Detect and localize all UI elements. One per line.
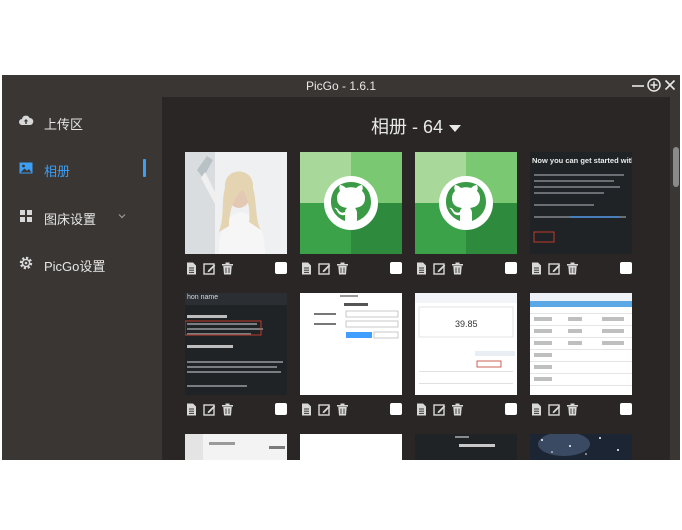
edit-icon[interactable]: [203, 403, 216, 416]
thumb-text: hon name: [187, 294, 219, 301]
copy-link-icon[interactable]: [530, 262, 543, 275]
sidebar-item-upload[interactable]: 上传区: [2, 106, 162, 136]
thumb-text: Now you can get started with the: [532, 156, 632, 165]
copy-link-icon[interactable]: [300, 262, 313, 275]
select-checkbox[interactable]: [275, 262, 287, 274]
title-bar: PicGo - 1.6.1: [2, 75, 680, 97]
delete-icon[interactable]: [451, 262, 464, 275]
close-icon[interactable]: [662, 77, 678, 93]
sidebar-item-picgo-settings[interactable]: PicGo设置: [2, 248, 162, 278]
gallery-thumbnail[interactable]: [415, 152, 517, 254]
gallery-thumbnail[interactable]: [300, 293, 402, 395]
gallery-thumbnail[interactable]: [300, 152, 402, 254]
edit-icon[interactable]: [548, 403, 561, 416]
card-toolbar: [185, 262, 287, 276]
card-toolbar: [530, 262, 632, 276]
gallery-thumbnail[interactable]: [530, 434, 632, 460]
chevron-down-icon: [117, 209, 127, 219]
gallery-title-dropdown[interactable]: 相册 - 64: [162, 113, 670, 139]
window-title: PicGo - 1.6.1: [305, 79, 377, 93]
card-toolbar: [530, 403, 632, 417]
select-checkbox[interactable]: [390, 403, 402, 415]
sidebar-item-label: 图床设置: [44, 212, 97, 227]
select-checkbox[interactable]: [620, 262, 632, 274]
edit-icon[interactable]: [318, 403, 331, 416]
edit-icon[interactable]: [433, 262, 446, 275]
copy-link-icon[interactable]: [185, 262, 198, 275]
copy-link-icon[interactable]: [185, 403, 198, 416]
gallery-thumbnail[interactable]: [300, 434, 402, 460]
gallery-thumbnail[interactable]: [185, 434, 287, 460]
sidebar-item-gallery[interactable]: 相册: [2, 153, 162, 183]
gallery-panel: 相册 - 64 Now you can get started wit hon …: [162, 97, 670, 460]
maximize-icon[interactable]: [646, 77, 662, 93]
select-checkbox[interactable]: [505, 403, 517, 415]
sidebar-item-label: 相册: [44, 164, 71, 179]
sidebar-item-label: PicGo设置: [44, 259, 106, 274]
copy-link-icon[interactable]: [530, 403, 543, 416]
gallery-thumbnail[interactable]: hon name: [185, 293, 287, 395]
delete-icon[interactable]: [336, 262, 349, 275]
select-checkbox[interactable]: [505, 262, 517, 274]
sidebar-item-label: 上传区: [44, 117, 84, 132]
upload-cloud-icon: [18, 113, 34, 129]
sidebar-item-pic-bed-settings[interactable]: 图床设置: [2, 201, 162, 231]
gallery-thumbnail[interactable]: [185, 152, 287, 254]
sidebar: 上传区 相册 图床设置 PicGo设置: [2, 97, 162, 460]
edit-icon[interactable]: [318, 262, 331, 275]
card-toolbar: [300, 262, 402, 276]
gallery-thumbnail[interactable]: [530, 293, 632, 395]
select-checkbox[interactable]: [620, 403, 632, 415]
thumb-value: 39.85: [455, 319, 478, 329]
scrollbar-thumb[interactable]: [673, 147, 679, 187]
gallery-thumbnail[interactable]: Now you can get started with the: [530, 152, 632, 254]
grid-icon: [18, 208, 34, 224]
delete-icon[interactable]: [221, 262, 234, 275]
delete-icon[interactable]: [221, 403, 234, 416]
delete-icon[interactable]: [336, 403, 349, 416]
edit-icon[interactable]: [548, 262, 561, 275]
gallery-thumbnail[interactable]: 39.85: [415, 293, 517, 395]
delete-icon[interactable]: [566, 403, 579, 416]
gallery-title: 相册 - 64: [370, 117, 444, 137]
edit-icon[interactable]: [433, 403, 446, 416]
scrollbar-track[interactable]: [672, 97, 680, 460]
card-toolbar: [185, 403, 287, 417]
image-icon: [18, 160, 34, 176]
copy-link-icon[interactable]: [415, 262, 428, 275]
active-indicator: [143, 159, 146, 177]
gear-icon: [18, 255, 34, 271]
copy-link-icon[interactable]: [300, 403, 313, 416]
card-toolbar: [415, 403, 517, 417]
copy-link-icon[interactable]: [415, 403, 428, 416]
card-toolbar: [415, 262, 517, 276]
caret-down-icon: [449, 124, 462, 132]
minimize-icon[interactable]: [630, 77, 646, 93]
card-toolbar: [300, 403, 402, 417]
gallery-thumbnail[interactable]: [415, 434, 517, 460]
edit-icon[interactable]: [203, 262, 216, 275]
picgo-window: PicGo - 1.6.1 上传区 相册 图床设置 PicGo设置 相册 - 6…: [2, 75, 680, 460]
select-checkbox[interactable]: [390, 262, 402, 274]
delete-icon[interactable]: [566, 262, 579, 275]
select-checkbox[interactable]: [275, 403, 287, 415]
delete-icon[interactable]: [451, 403, 464, 416]
